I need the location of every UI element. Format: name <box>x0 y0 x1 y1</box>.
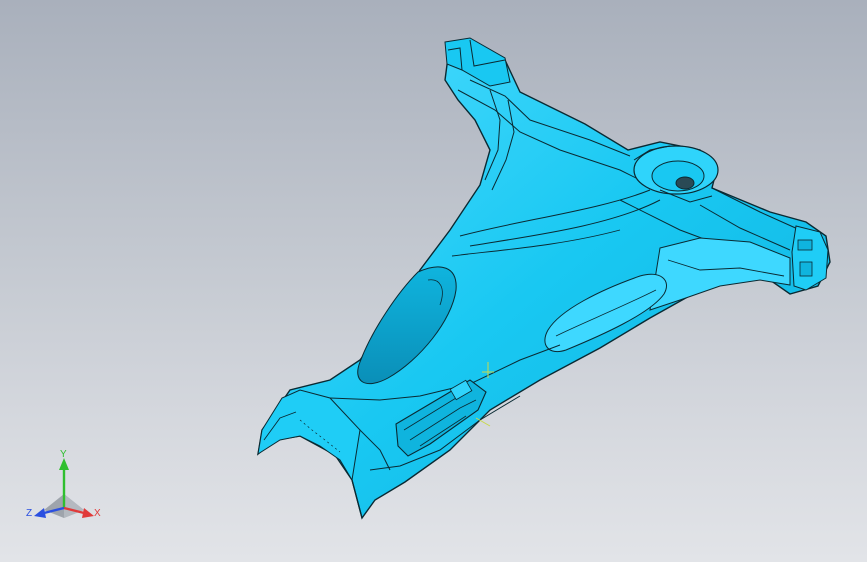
mounting-hole <box>675 176 695 190</box>
x-axis-label: X <box>94 508 101 519</box>
part-model[interactable] <box>0 0 867 562</box>
z-axis-label: Z <box>26 508 32 519</box>
x-axis-arrow-icon <box>82 508 94 518</box>
axis-triad[interactable]: Y Z X <box>22 446 108 532</box>
y-axis-label: Y <box>60 449 67 460</box>
cad-viewport[interactable]: Y Z X <box>0 0 867 562</box>
z-axis-arrow-icon <box>34 508 46 518</box>
